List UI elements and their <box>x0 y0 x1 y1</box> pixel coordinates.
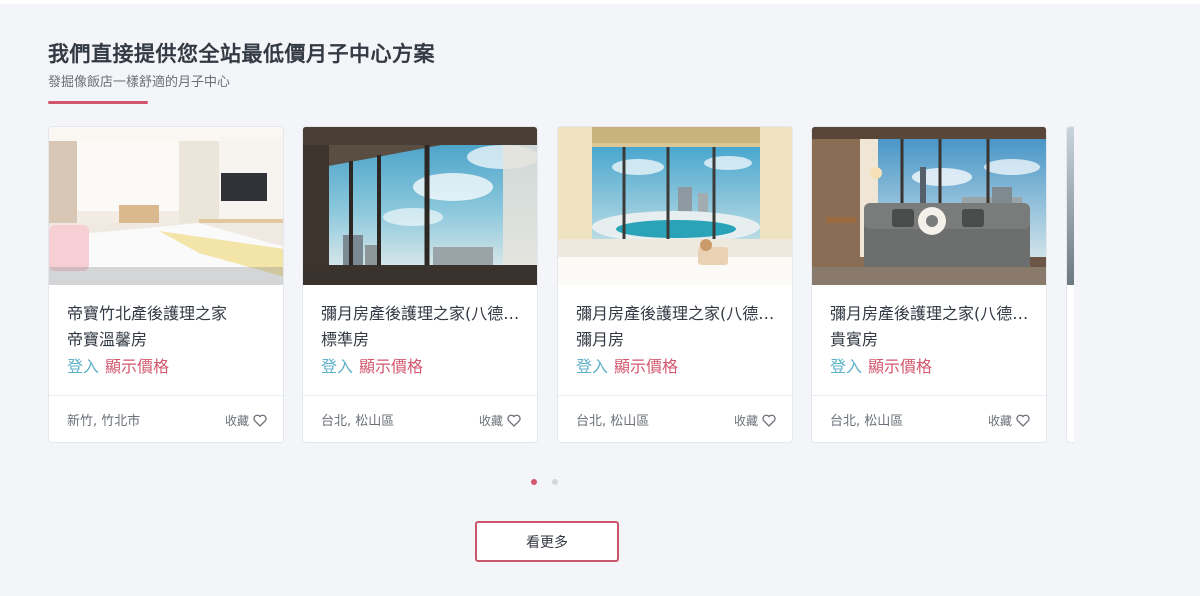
bedroom-photo[interactable] <box>49 127 283 285</box>
section-title: 我們直接提供您全站最低價月子中心方案 <box>48 42 435 66</box>
card-footer: 新竹, 竹北市 收藏 <box>49 395 283 442</box>
heart-icon[interactable] <box>253 414 267 427</box>
card-footer: 台北, 松山區 收藏 <box>303 395 537 442</box>
card-info: 帝寶竹北產後護理之家 帝寶溫馨房 登入 顯示價格 <box>67 301 267 379</box>
window-view-photo[interactable] <box>303 127 537 285</box>
pagination-dot-2[interactable] <box>552 479 558 485</box>
room-type: 貴賓房 <box>830 330 879 349</box>
card-info: 彌月房產後護理之家(八德館) 貴賓房 登入 顯示價格 <box>830 301 1030 379</box>
show-price-link[interactable]: 顯示價格 <box>359 357 423 376</box>
price-row: 登入 顯示價格 <box>576 355 776 379</box>
favorite-label: 收藏 <box>224 414 249 428</box>
carousel-pagination <box>531 479 558 485</box>
card-info: 彌月房產後護理之家(八德館) 彌月房 登入 顯示價格 <box>576 301 776 379</box>
listing-card[interactable]: 彌月房產後護理之家(八德館) 標準房 登入 顯示價格 台北, 松山區 收藏 <box>302 126 538 443</box>
location: 台北, 松山區 <box>321 414 395 429</box>
login-link[interactable]: 登入 <box>576 357 608 376</box>
pagination-dot-1[interactable] <box>531 479 537 485</box>
center-name[interactable]: 彌月房產後護理之家(八德館) <box>321 301 521 327</box>
login-link[interactable]: 登入 <box>321 357 353 376</box>
location: 新竹, 竹北市 <box>67 414 141 429</box>
room-type: 標準房 <box>321 330 370 349</box>
next-card-photo <box>1067 127 1074 285</box>
price-row: 登入 顯示價格 <box>67 355 267 379</box>
card-footer: 台北, 松山區 收藏 <box>558 395 792 442</box>
listing-card[interactable]: 彌月房產後護理之家(八德館) 貴賓房 登入 顯示價格 台北, 松山區 收藏 <box>811 126 1047 443</box>
card-footer: 台北, 松山區 收藏 <box>812 395 1046 442</box>
location: 台北, 松山區 <box>830 414 904 429</box>
favorite-label: 收藏 <box>733 414 758 428</box>
heart-icon[interactable] <box>1016 414 1030 427</box>
heart-icon[interactable] <box>507 414 521 427</box>
favorite-label: 收藏 <box>987 414 1012 428</box>
title-underline <box>48 101 148 104</box>
room-type: 彌月房 <box>576 330 625 349</box>
center-name[interactable]: 彌月房產後護理之家(八德館) <box>830 301 1030 327</box>
stadium-view-photo[interactable] <box>558 127 792 285</box>
show-price-link[interactable]: 顯示價格 <box>868 357 932 376</box>
listing-card[interactable]: 帝寶竹北產後護理之家 帝寶溫馨房 登入 顯示價格 新竹, 竹北市 收藏 <box>48 126 284 443</box>
next-card-peek[interactable] <box>1066 126 1074 443</box>
room-type: 帝寶溫馨房 <box>67 330 148 349</box>
favorite-button[interactable]: 收藏 <box>479 412 521 429</box>
see-more-button[interactable]: 看更多 <box>475 521 619 562</box>
price-row: 登入 顯示價格 <box>830 355 1030 379</box>
login-link[interactable]: 登入 <box>67 357 99 376</box>
show-price-link[interactable]: 顯示價格 <box>105 357 169 376</box>
center-name[interactable]: 彌月房產後護理之家(八德館) <box>576 301 776 327</box>
card-info: 彌月房產後護理之家(八德館) 標準房 登入 顯示價格 <box>321 301 521 379</box>
favorite-button[interactable]: 收藏 <box>734 412 776 429</box>
heart-icon[interactable] <box>762 414 776 427</box>
login-link[interactable]: 登入 <box>830 357 862 376</box>
favorite-button[interactable]: 收藏 <box>988 412 1030 429</box>
favorite-label: 收藏 <box>478 414 503 428</box>
top-strip <box>0 0 1200 4</box>
sofa-room-photo[interactable] <box>812 127 1046 285</box>
price-row: 登入 顯示價格 <box>321 355 521 379</box>
center-name[interactable]: 帝寶竹北產後護理之家 <box>67 301 267 327</box>
favorite-button[interactable]: 收藏 <box>225 412 267 429</box>
listing-card[interactable]: 彌月房產後護理之家(八德館) 彌月房 登入 顯示價格 台北, 松山區 收藏 <box>557 126 793 443</box>
location: 台北, 松山區 <box>576 414 650 429</box>
show-price-link[interactable]: 顯示價格 <box>614 357 678 376</box>
section-subtitle: 發掘像飯店一樣舒適的月子中心 <box>48 75 231 90</box>
page: 我們直接提供您全站最低價月子中心方案 發掘像飯店一樣舒適的月子中心 帝寶竹北產後… <box>0 0 1200 596</box>
